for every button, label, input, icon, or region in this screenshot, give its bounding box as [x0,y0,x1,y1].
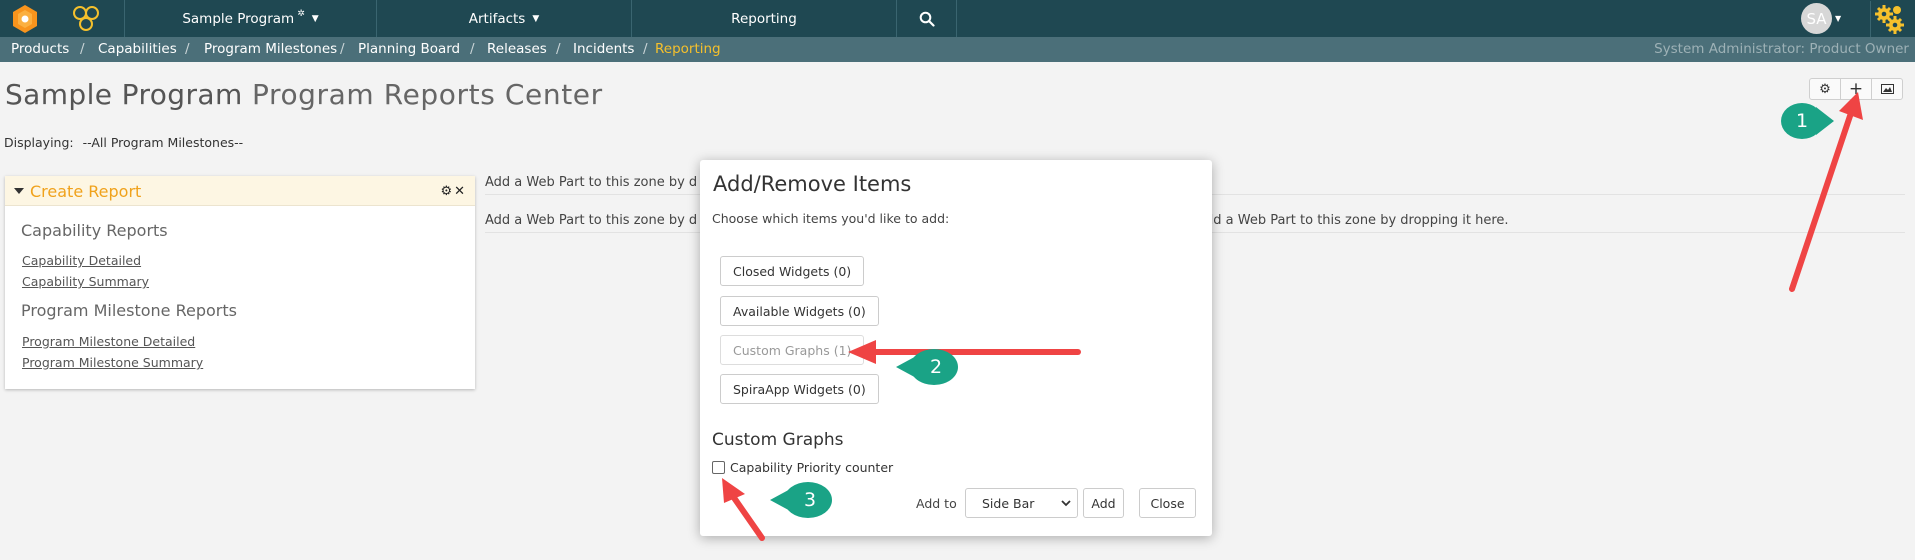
capability-priority-checkbox[interactable] [712,461,725,474]
chevron-down-icon [1061,499,1071,507]
reporting-label: Reporting [731,10,797,27]
create-report-header[interactable]: Create Report ⚙ ✕ [5,176,475,206]
breadcrumb: Products / Capabilities / Program Milest… [0,37,1915,62]
breadcrumb-separator: / [643,41,648,57]
breadcrumb-separator: / [470,41,475,57]
settings-button[interactable]: ⚙ [1809,78,1841,100]
gear-icon[interactable]: ⚙ [440,184,452,199]
capability-reports-heading: Capability Reports [21,221,168,240]
breadcrumb-releases[interactable]: Releases [487,41,547,57]
avatar: SA [1801,3,1832,34]
capability-priority-option[interactable]: Capability Priority counter [712,460,893,475]
custom-graphs-heading: Custom Graphs [712,430,844,450]
gears-icon[interactable] [1870,1,1906,37]
milestone-detailed-link[interactable]: Program Milestone Detailed [22,334,195,349]
program-name: Sample Program [182,10,295,27]
logo-icon[interactable] [10,4,40,34]
honeycomb-icon[interactable] [70,4,102,34]
dialog-subtitle: Choose which items you'd like to add: [712,211,950,226]
program-selector[interactable]: Sample Program ✲ ▼ [124,0,377,37]
callout-2: 2 [896,347,960,387]
add-to-label: Add to [916,496,957,511]
image-button[interactable] [1871,78,1903,100]
page-title-main: Program Reports Center [251,78,603,111]
create-report-panel: Create Report ⚙ ✕ Capability Reports Cap… [5,176,475,389]
breadcrumb-separator: / [340,41,345,57]
milestone-reports-heading: Program Milestone Reports [21,301,237,320]
gear-icon: ⚙ [1819,81,1831,97]
callout-1-label: 1 [1795,110,1809,132]
displaying-label: Displaying: [4,135,74,150]
chevron-down-icon: ▼ [1835,14,1842,23]
callout-2-label: 2 [929,356,943,378]
callout-3: 3 [770,480,834,520]
milestone-summary-link[interactable]: Program Milestone Summary [22,355,203,370]
plus-icon: + [1848,78,1864,99]
gear-small-icon: ✲ [297,8,305,19]
zone-hint: Add a Web Part to this zone by d [485,213,698,228]
breadcrumb-products[interactable]: Products [11,41,69,57]
artifacts-label: Artifacts [468,10,526,27]
capability-summary-link[interactable]: Capability Summary [22,274,149,289]
closed-widgets-button[interactable]: Closed Widgets (0) [720,256,865,286]
breadcrumb-incidents[interactable]: Incidents [573,41,634,57]
dialog-title: Add/Remove Items [713,172,912,196]
displaying-filter: Displaying: --All Program Milestones-- [4,135,243,150]
breadcrumb-separator: / [80,41,85,57]
breadcrumb-reporting: Reporting [655,41,721,57]
add-button[interactable]: Add [1083,488,1124,518]
custom-graphs-button[interactable]: Custom Graphs (1) [720,335,865,365]
search-icon [919,11,935,27]
capability-detailed-link[interactable]: Capability Detailed [22,253,141,268]
close-icon[interactable]: ✕ [454,184,465,199]
reporting-menu[interactable]: Reporting [632,0,897,37]
create-report-title: Create Report [30,182,142,201]
user-menu[interactable]: SA ▼ [1801,3,1841,34]
spiraapp-widgets-button[interactable]: SpiraApp Widgets (0) [720,374,879,404]
user-role: System Administrator: Product Owner [1654,41,1909,57]
top-navbar: Sample Program ✲ ▼ Artifacts ▼ Reporting… [0,0,1915,37]
breadcrumb-separator: / [185,41,190,57]
search-button[interactable] [897,0,957,37]
image-icon [1880,84,1894,94]
chevron-down-icon: ▼ [532,13,540,24]
close-button[interactable]: Close [1139,488,1196,518]
add-to-value: Side Bar [982,495,1035,511]
add-items-button[interactable]: + [1840,78,1872,100]
avatar-initials: SA [1806,9,1827,28]
zone-hint-right: dd a Web Part to this zone by dropping i… [1205,213,1509,228]
callout-3-label: 3 [803,489,817,511]
breadcrumb-capabilities[interactable]: Capabilities [98,41,177,57]
checkbox-label: Capability Priority counter [730,460,894,475]
chevron-down-icon: ▼ [311,13,319,24]
page-title-program: Sample Program [5,78,243,111]
callout-1: 1 [1778,101,1834,141]
zone-hint: Add a Web Part to this zone by d [485,175,698,190]
artifacts-menu[interactable]: Artifacts ▼ [377,0,632,37]
displaying-value[interactable]: --All Program Milestones-- [83,135,244,150]
breadcrumb-separator: / [556,41,561,57]
add-to-select[interactable]: Side Bar [965,488,1078,518]
page-title: Sample Program Program Reports Center [5,78,603,111]
available-widgets-button[interactable]: Available Widgets (0) [720,296,879,326]
collapse-icon[interactable] [14,188,24,194]
breadcrumb-planning-board[interactable]: Planning Board [358,41,460,57]
breadcrumb-program-milestones[interactable]: Program Milestones [204,41,337,57]
